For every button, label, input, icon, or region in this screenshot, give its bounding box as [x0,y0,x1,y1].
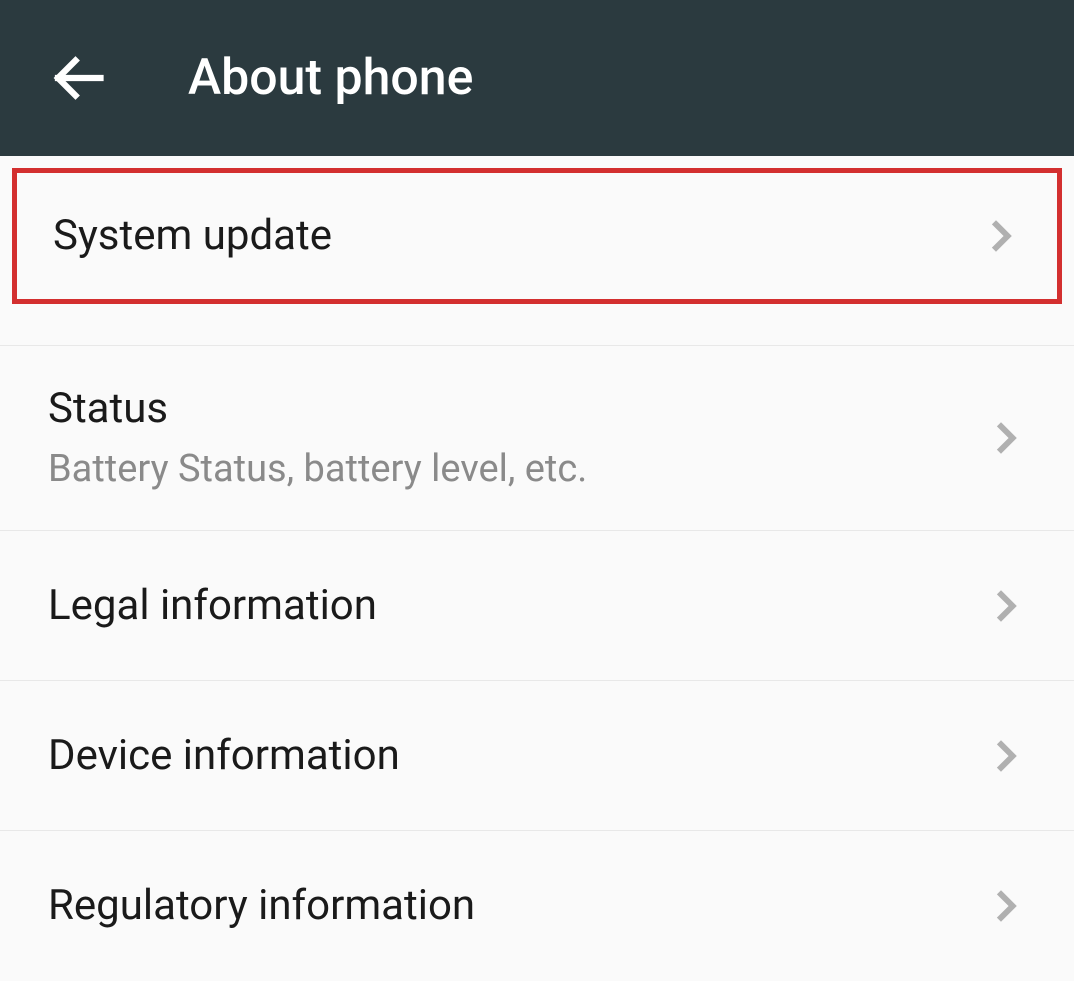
list-item-content: Legal information [48,581,377,631]
list-item-status[interactable]: Status Battery Status, battery level, et… [0,346,1074,531]
chevron-right-icon [986,586,1026,626]
list-item-device-information[interactable]: Device information [0,681,1074,831]
chevron-right-icon [981,216,1021,256]
back-arrow-icon[interactable] [48,48,108,108]
list-item-content: Status Battery Status, battery level, et… [48,384,587,492]
list-item-title: Status [48,384,587,434]
page-title: About phone [188,49,473,107]
list-item-title: Legal information [48,581,377,631]
chevron-right-icon [986,736,1026,776]
list-item-legal-information[interactable]: Legal information [0,531,1074,681]
list-item-title: System update [53,211,332,261]
list-item-system-update[interactable]: System update [12,168,1062,304]
chevron-right-icon [986,886,1026,926]
settings-list: System update Status Battery Status, bat… [0,156,1074,981]
list-item-content: Device information [48,731,400,781]
list-item-title: Device information [48,731,400,781]
list-item-content: Regulatory information [48,881,475,931]
chevron-right-icon [986,418,1026,458]
list-item-title: Regulatory information [48,881,475,931]
list-item-content: System update [53,211,332,261]
list-item-subtitle: Battery Status, battery level, etc. [48,447,587,493]
list-item-regulatory-information[interactable]: Regulatory information [0,831,1074,981]
header: About phone [0,0,1074,156]
